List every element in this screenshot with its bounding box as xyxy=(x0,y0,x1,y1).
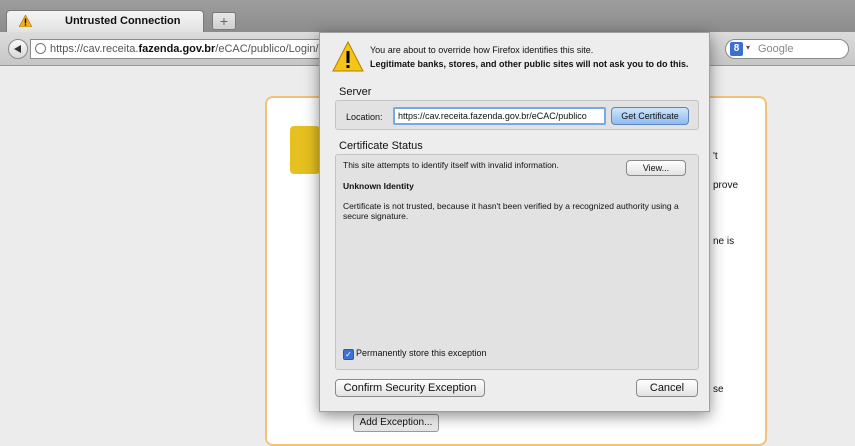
url-bar[interactable]: https://cav.receita.fazenda.gov.br/eCAC/… xyxy=(30,39,330,59)
warning-icon xyxy=(19,15,32,27)
view-button[interactable]: View... xyxy=(626,160,686,176)
get-certificate-button[interactable]: Get Certificate xyxy=(611,107,689,125)
untrusted-icon xyxy=(290,126,320,174)
certificate-detail-text: Certificate is not trusted, because it h… xyxy=(343,201,679,221)
server-heading: Server xyxy=(339,86,372,98)
checkmark-icon: ✓ xyxy=(343,349,354,360)
unknown-identity-label: Unknown Identity xyxy=(343,181,414,191)
dialog-warning: Legitimate banks, stores, and other publ… xyxy=(370,59,689,69)
bg-fragment: prove xyxy=(713,180,739,191)
add-security-exception-dialog: You are about to override how Firefox id… xyxy=(319,32,710,412)
globe-icon xyxy=(35,43,46,54)
confirm-security-exception-button[interactable]: Confirm Security Exception xyxy=(335,379,485,397)
status-text: This site attempts to identify itself wi… xyxy=(343,160,559,170)
back-button[interactable] xyxy=(8,39,28,59)
bg-fragment: 't xyxy=(713,151,718,162)
bg-fragment: ne is xyxy=(713,236,735,247)
page-content: 't prove ne is se Add Exception... You a… xyxy=(0,32,855,446)
permanent-exception-checkbox[interactable]: ✓ Permanently store this exception xyxy=(343,348,487,360)
server-group: Location: https://cav.receita.fazenda.go… xyxy=(335,100,699,130)
warning-icon xyxy=(332,41,364,72)
google-icon: 8 xyxy=(730,42,743,56)
location-input[interactable]: https://cav.receita.fazenda.gov.br/eCAC/… xyxy=(393,107,606,125)
new-tab-button[interactable]: + xyxy=(212,12,236,30)
certificate-status-group: This site attempts to identify itself wi… xyxy=(335,154,699,370)
add-exception-button[interactable]: Add Exception... xyxy=(353,414,439,432)
dialog-message: You are about to override how Firefox id… xyxy=(370,45,594,55)
search-placeholder: Google xyxy=(758,43,794,55)
bg-fragment: se xyxy=(713,384,724,395)
certificate-status-heading: Certificate Status xyxy=(339,140,423,152)
chevron-down-icon[interactable]: ▾ xyxy=(746,43,750,52)
permanent-exception-label: Permanently store this exception xyxy=(356,348,487,358)
location-label: Location: xyxy=(346,112,383,122)
tab-bar: Untrusted Connection + xyxy=(0,0,855,32)
search-input[interactable]: 8 ▾ Google xyxy=(725,39,849,59)
tab-title: Untrusted Connection xyxy=(65,15,181,27)
url-text: https://cav.receita.fazenda.gov.br/eCAC/… xyxy=(50,43,319,55)
cancel-button[interactable]: Cancel xyxy=(636,379,698,397)
tab-untrusted-connection[interactable]: Untrusted Connection xyxy=(6,10,204,32)
